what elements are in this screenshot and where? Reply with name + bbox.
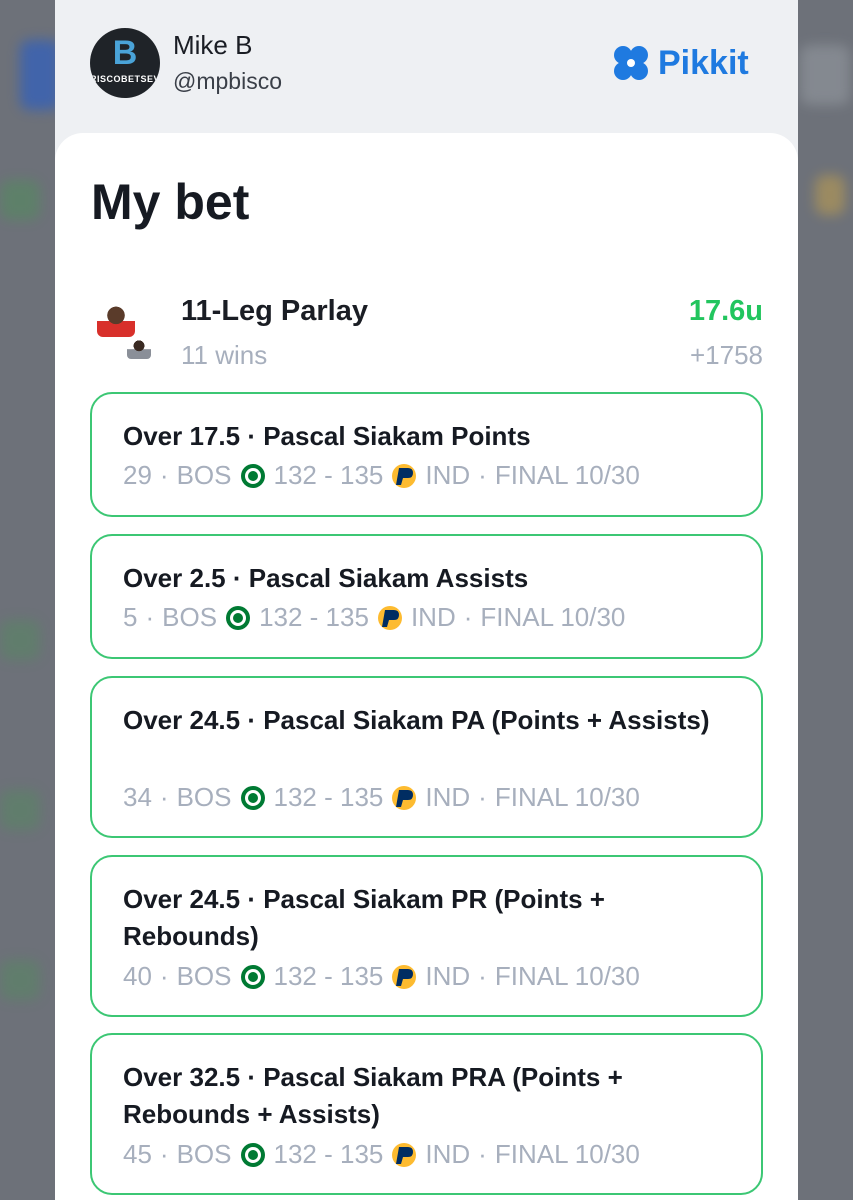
leg-stat: 34 [123,782,152,812]
separator: · [159,782,169,812]
separator: · [478,961,487,991]
leg-card[interactable]: Over 2.5 · Pascal Siakam Assists 5 · BOS… [90,534,763,659]
score: 132 - 135 [259,602,369,632]
separator: · [159,1139,169,1169]
game-status: FINAL 10/30 [494,782,640,812]
separator: · [478,460,487,490]
away-team: IND [425,460,471,490]
clover-icon [614,46,648,80]
separator: · [145,602,155,632]
user-handle[interactable]: @mpbisco [173,68,282,95]
leg-stat: 40 [123,961,152,991]
game-status: FINAL 10/30 [494,1139,640,1169]
celtics-logo-icon [240,1142,265,1167]
bet-share-card: B RISCOBETSEV Mike B @mpbisco Pikkit My … [55,0,798,1200]
score: 132 - 135 [273,1139,384,1169]
leg-meta: 40 · BOS 132 - 135 IND · FINAL 10/30 [123,961,640,992]
celtics-logo-icon [226,605,251,630]
leg-stat: 5 [123,602,138,632]
leg-title: Over 2.5 · Pascal Siakam Assists [123,563,529,593]
game-status: FINAL 10/30 [494,961,640,991]
leg-title: Over 17.5 · Pascal Siakam Points [123,421,531,451]
background-blur [0,180,40,220]
player-avatars [97,301,157,361]
game-status: FINAL 10/30 [480,602,626,632]
parlay-title: 11-Leg Parlay [181,295,368,327]
away-team: IND [425,782,471,812]
separator: · [463,602,473,632]
celtics-logo-icon [240,463,265,488]
user-name[interactable]: Mike B [173,30,252,61]
leg-meta: 29 · BOS 132 - 135 IND · FINAL 10/30 [123,460,640,491]
pacers-logo-icon [392,785,417,810]
leg-meta: 5 · BOS 132 - 135 IND · FINAL 10/30 [123,602,625,633]
home-team: BOS [162,602,218,632]
separator: · [159,460,169,490]
leg-title: Over 32.5 · Pascal Siakam PRA (Points + … [123,1062,623,1129]
leg-stat: 45 [123,1139,152,1169]
parlay-odds: +1758 [689,340,763,370]
leg-card[interactable]: Over 32.5 · Pascal Siakam PRA (Points + … [90,1033,763,1195]
background-blur [815,175,845,215]
score: 132 - 135 [273,782,384,812]
background-blur [0,960,40,1000]
leg-title: Over 24.5 · Pascal Siakam PR (Points + R… [123,884,605,951]
leg-meta: 45 · BOS 132 - 135 IND · FINAL 10/30 [123,1139,640,1170]
home-team: BOS [176,782,232,812]
leg-meta: 34 · BOS 132 - 135 IND · FINAL 10/30 [123,782,640,813]
background-blur [0,620,40,660]
header: B RISCOBETSEV Mike B @mpbisco Pikkit [55,0,798,135]
background-blur [20,40,60,110]
brand-name: Pikkit [658,43,749,82]
leg-card[interactable]: Over 24.5 · Pascal Siakam PR (Points + R… [90,855,763,1017]
leg-card[interactable]: Over 24.5 · Pascal Siakam PA (Points + A… [90,676,763,838]
player-photo [127,337,151,359]
home-team: BOS [176,1139,232,1169]
avatar-text: RISCOBETSEV [90,74,160,84]
background-blur [800,45,850,105]
score: 132 - 135 [273,460,384,490]
score: 132 - 135 [273,961,384,991]
celtics-logo-icon [240,785,265,810]
celtics-logo-icon [240,964,265,989]
leg-title: Over 24.5 · Pascal Siakam PA (Points + A… [123,705,710,735]
player-photo [97,301,135,337]
home-team: BOS [176,961,232,991]
separator: · [478,1139,487,1169]
parlay-result: 11 wins [181,340,268,370]
away-team: IND [425,1139,471,1169]
pacers-logo-icon [392,463,417,488]
pacers-logo-icon [392,1142,417,1167]
background-blur [0,790,40,830]
game-status: FINAL 10/30 [494,460,640,490]
separator: · [478,782,487,812]
bet-card: My bet 11-Leg Parlay 11 wins 17.6u +1758… [55,133,798,1200]
units-won: 17.6u [688,295,763,327]
brand-logo[interactable]: Pikkit [610,38,749,88]
leg-stat: 29 [123,460,152,490]
avatar-letter: B [112,34,138,72]
separator: · [159,961,169,991]
leg-card[interactable]: Over 17.5 · Pascal Siakam Points 29 · BO… [90,392,763,517]
home-team: BOS [176,460,232,490]
page-title: My bet [91,174,250,230]
pacers-logo-icon [377,605,402,630]
avatar[interactable]: B RISCOBETSEV [90,28,160,98]
away-team: IND [425,961,471,991]
away-team: IND [410,602,456,632]
pacers-logo-icon [392,964,417,989]
